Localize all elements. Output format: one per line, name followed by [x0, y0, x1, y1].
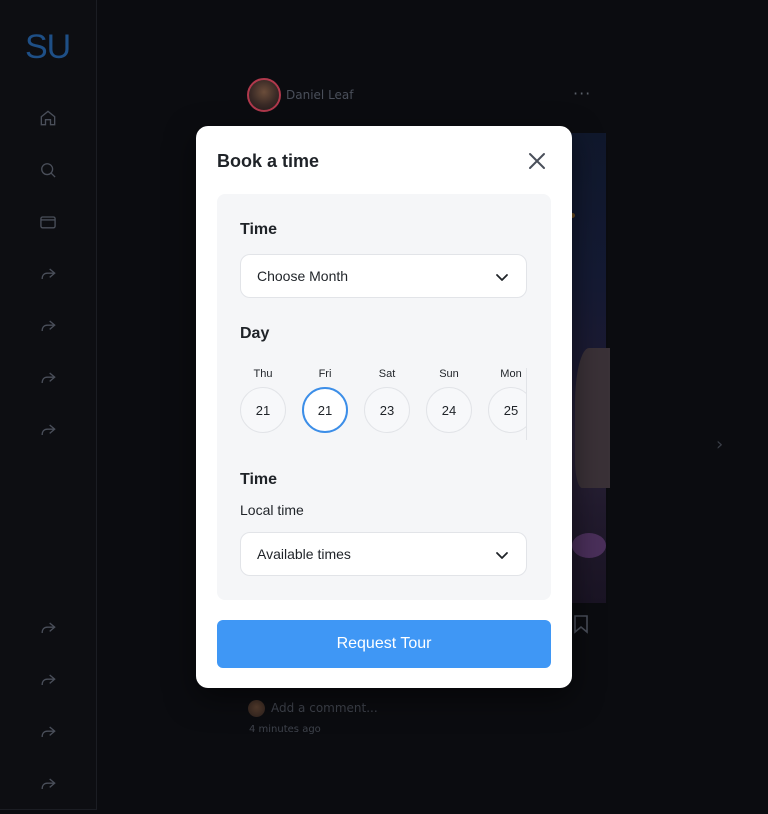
wallet-icon: [40, 216, 56, 229]
share-icon: [41, 622, 56, 634]
logo[interactable]: SU: [25, 28, 71, 67]
post-timestamp: 4 minutes ago: [249, 724, 321, 735]
day-name: Sun: [439, 368, 459, 380]
sidebar-item-search[interactable]: [36, 158, 60, 182]
day-name: Fri: [318, 368, 332, 380]
image-detail: [572, 533, 606, 558]
share-icon: [41, 778, 56, 790]
share-icon: [41, 726, 56, 738]
post-username[interactable]: Daniel Leaf: [286, 88, 354, 102]
avatar[interactable]: [247, 78, 281, 112]
day-name: Mon: [500, 368, 522, 380]
sidebar-item-share-2[interactable]: [36, 314, 60, 338]
month-select-value: Choose Month: [257, 268, 349, 284]
chevron-down-icon: [496, 552, 508, 559]
sidebar-item-share-3[interactable]: [36, 366, 60, 390]
day-number: 21: [317, 402, 333, 418]
share-icon: [41, 424, 56, 436]
sidebar-item-share-7[interactable]: [36, 720, 60, 744]
time-select-value: Available times: [257, 546, 351, 562]
sidebar-item-share-6[interactable]: [36, 668, 60, 692]
time-section-label: Time: [240, 471, 278, 488]
day-option[interactable]: Sat 23: [364, 368, 412, 440]
sidebar-item-share-8[interactable]: [36, 772, 60, 796]
day-circle: 24: [426, 387, 472, 433]
day-name: Thu: [253, 368, 273, 380]
sidebar: SU: [0, 0, 97, 810]
day-option[interactable]: Sun 24: [426, 368, 474, 440]
sidebar-item-share-5[interactable]: [36, 616, 60, 640]
sidebar-item-share-1[interactable]: [36, 262, 60, 286]
chevron-down-icon: [496, 274, 508, 281]
bookmark-icon[interactable]: [572, 614, 590, 634]
day-option[interactable]: Thu 21: [240, 368, 288, 440]
close-icon[interactable]: [526, 150, 548, 172]
home-icon: [40, 110, 56, 126]
more-options-icon[interactable]: ···: [573, 84, 591, 103]
day-option[interactable]: Mon 25: [488, 368, 526, 440]
time-select[interactable]: Available times: [240, 532, 527, 576]
local-time-label: Local time: [240, 502, 304, 518]
day-section-label: Day: [240, 325, 270, 342]
day-circle-selected: 21: [302, 387, 348, 433]
day-number: 25: [503, 402, 519, 418]
month-select[interactable]: Choose Month: [240, 254, 527, 298]
day-number: 21: [255, 402, 271, 418]
share-icon: [41, 372, 56, 384]
sidebar-item-wallet[interactable]: [36, 210, 60, 234]
modal-title: Book a time: [217, 151, 320, 171]
avatar: [248, 699, 265, 717]
search-icon: [41, 163, 56, 178]
day-option[interactable]: Fri 21: [302, 368, 350, 440]
request-tour-button[interactable]: Request Tour: [217, 620, 551, 668]
sidebar-item-share-4[interactable]: [36, 418, 60, 442]
share-icon: [41, 674, 56, 686]
month-section-label: Time: [240, 221, 278, 238]
day-picker: Thu 21 Fri 21 Sat 23 Sun 24 Mon 25: [240, 368, 527, 440]
comment-input[interactable]: Add a comment...: [271, 701, 378, 715]
book-a-time-modal: Book a time Time Choose Month Day Thu 21…: [196, 126, 572, 688]
day-name: Sat: [378, 368, 396, 380]
share-icon: [41, 268, 56, 280]
next-image-chevron-icon[interactable]: ›: [716, 434, 723, 455]
comment-row[interactable]: Add a comment...: [248, 699, 378, 717]
day-number: 24: [441, 402, 457, 418]
day-circle: 21: [240, 387, 286, 433]
day-number: 23: [379, 402, 395, 418]
image-detail: [575, 348, 610, 488]
day-circle: 25: [488, 387, 526, 433]
day-circle: 23: [364, 387, 410, 433]
booking-panel: Time Choose Month Day Thu 21 Fri 21 Sat …: [217, 194, 551, 600]
post-header: Daniel Leaf ···: [247, 78, 597, 114]
sidebar-item-home[interactable]: [36, 106, 60, 130]
share-icon: [41, 320, 56, 332]
